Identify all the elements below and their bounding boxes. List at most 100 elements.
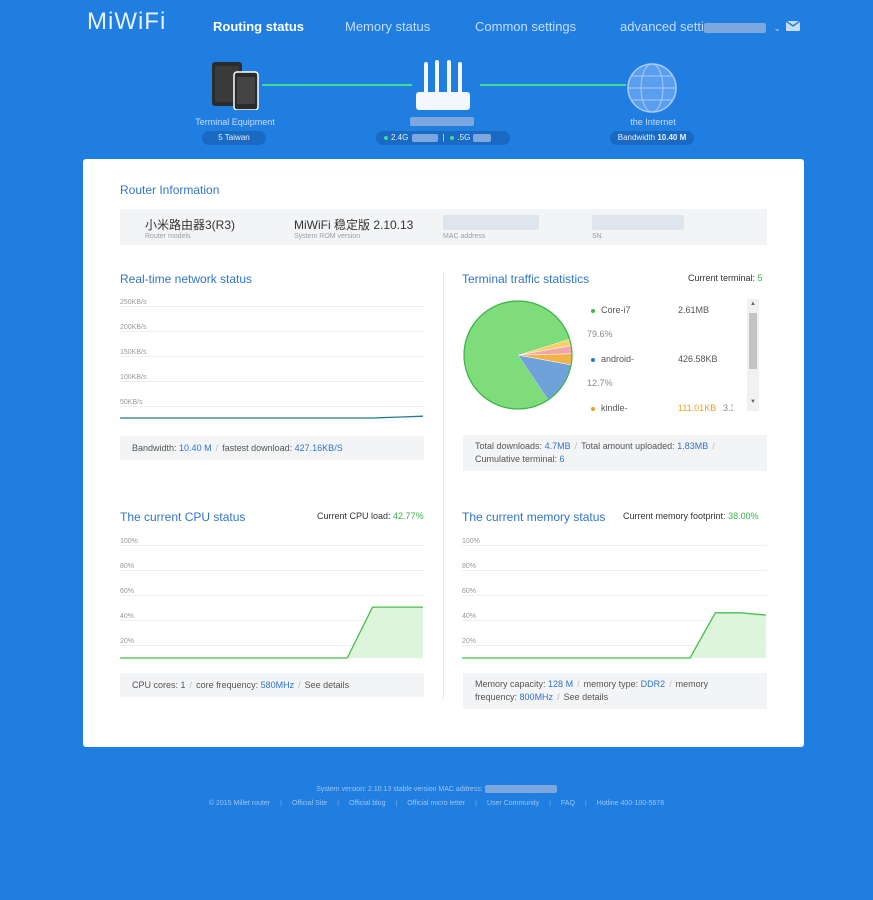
terminal-equipment-label: Terminal Equipment	[195, 117, 275, 127]
footer-link-official-site[interactable]: Official Site	[292, 800, 327, 807]
scroll-down-icon[interactable]: ▼	[750, 399, 756, 405]
internet-bandwidth-badge: Bandwidth 10.40 M	[610, 131, 694, 145]
sn-redacted	[592, 215, 684, 230]
nav-advanced-settings[interactable]: advanced setti ⌄	[620, 19, 781, 34]
nav-memory-status[interactable]: Memory status	[345, 19, 430, 34]
traffic-legend-list[interactable]: Core-i7 2.61MB 79.6% android- 426.58KB 1…	[583, 299, 733, 413]
sn-label: SN	[592, 233, 602, 240]
total-uploaded-value: 1.83MB	[677, 441, 709, 451]
network-chart: 250KB/s 200KB/s 150KB/s 100KB/s 50KB/s	[120, 297, 424, 425]
total-downloads-value: 4.7MB	[544, 441, 571, 451]
footer-link-user-community[interactable]: User Community	[487, 800, 539, 807]
cpu-cores-value: 1	[180, 680, 186, 690]
memory-status-title: The current memory status	[462, 510, 606, 524]
network-stats-bar: Bandwidth: 10.40 M / fastest download: 427…	[120, 436, 424, 460]
status-panel: Router Information 小米路由器3(R3) Router mod…	[83, 159, 804, 747]
memory-frequency-label: frequency:	[475, 692, 518, 702]
cpu-load: Current CPU load: 42.77%	[317, 511, 424, 521]
series-area	[462, 612, 766, 658]
legend-value: 426.58KB	[678, 354, 718, 364]
fastest-download-value: 427.16KB/S	[294, 443, 343, 453]
router-icon	[414, 60, 472, 112]
cpu-see-details-link[interactable]: See details	[305, 680, 350, 690]
memory-footprint-value: 38.00%	[728, 511, 759, 521]
scrollbar-thumb[interactable]	[749, 313, 757, 369]
router-model-label: Router models	[145, 233, 191, 240]
router-model-value: 小米路由器3(R3)	[145, 218, 236, 232]
core-frequency-value: 580MHz	[260, 680, 295, 690]
legend-percent: 12.7%	[587, 378, 613, 388]
total-uploaded-label: Total amount uploaded:	[581, 441, 675, 451]
mac-address-label: MAC address	[443, 233, 486, 240]
redacted-text	[473, 133, 492, 142]
current-terminal-label: Current terminal:	[688, 273, 756, 283]
network-status-title: Real-time network status	[120, 272, 253, 286]
legend-name: kindle-	[601, 403, 628, 413]
nav-routing-status[interactable]: Routing status	[213, 19, 304, 34]
terminal-count-badge[interactable]: 5 Taiwan	[202, 131, 266, 145]
miwifi-logo: MiWiFi	[87, 8, 167, 35]
bandwidth-value: 10.40 M	[179, 443, 212, 453]
system-version-line: System version: 2.10.13 stable version M…	[0, 785, 873, 793]
legend-dot	[591, 308, 595, 313]
rom-version-value: MiWiFi 稳定版 2.10.13	[294, 218, 414, 232]
cpu-load-label: Current CPU load:	[317, 511, 391, 521]
legend-scrollbar[interactable]: ▲ ▼	[747, 299, 759, 411]
footer-link-official-blog[interactable]: Official blog	[349, 800, 385, 807]
scroll-up-icon[interactable]: ▲	[750, 301, 756, 307]
router-info-title: Router Information	[120, 183, 220, 197]
memory-see-details-link[interactable]: See details	[564, 692, 609, 702]
memory-footprint-label: Current memory footprint:	[623, 511, 726, 521]
traffic-title: Terminal traffic statistics	[462, 272, 590, 286]
column-divider	[443, 271, 444, 699]
bandwidth-value: 10.40 M	[657, 133, 687, 142]
system-version-text: System version: 2.10.13 stable version M…	[316, 785, 483, 793]
redacted-text	[484, 785, 557, 793]
cpu-chart: 100% 80% 60% 40% 20%	[120, 535, 424, 663]
footer-link-micro-letter[interactable]: Official micro letter	[407, 800, 465, 807]
cpu-stats-bar: CPU cores: 1/core frequency: 580MHz / See …	[120, 673, 424, 697]
series-line	[120, 415, 424, 419]
bandwidth-label: Bandwidth:	[132, 443, 177, 453]
total-downloads-label: Total downloads:	[475, 441, 543, 451]
status-dot	[384, 135, 388, 140]
memory-plot	[462, 612, 767, 659]
mail-icon[interactable]	[786, 21, 800, 31]
memory-frequency-label: memory	[675, 679, 709, 689]
legend-item: android-	[591, 354, 634, 364]
legend-item: kindle-	[591, 403, 628, 413]
redacted-text	[412, 133, 439, 142]
legend-item: Core-i7	[591, 305, 631, 315]
memory-frequency-value: 800MHz	[519, 692, 554, 702]
cumulative-terminal-label: Cumulative terminal:	[475, 454, 558, 464]
legend-percent: 3.3%	[723, 403, 733, 413]
traffic-pie-chart	[463, 300, 573, 410]
status-dot	[450, 135, 455, 140]
memory-footprint: Current memory footprint: 38.00%	[623, 511, 759, 521]
cumulative-terminal-value: 6	[559, 454, 565, 464]
connection-line	[262, 84, 412, 86]
router-name-redacted	[410, 117, 474, 126]
nav-common-settings[interactable]: Common settings	[475, 19, 576, 34]
redacted-text	[703, 22, 766, 33]
network-plot	[120, 415, 424, 419]
cpu-status-title: The current CPU status	[120, 510, 246, 524]
footer-link-faq[interactable]: FAQ	[561, 800, 575, 807]
cpu-load-value: 42.77%	[393, 511, 424, 521]
legend-name: android-	[601, 354, 635, 364]
fastest-download-label: fastest download:	[222, 443, 293, 453]
chevron-down-icon: ⌄	[773, 23, 782, 33]
memory-type-value: DDR2	[640, 679, 666, 689]
footer-hotline: Hotline 400-100-5678	[596, 800, 665, 807]
memory-capacity-label: Memory capacity:	[475, 679, 546, 689]
footer-links: © 2015 Millet router | Official Site | Offic…	[208, 800, 665, 807]
memory-type-label: memory type:	[583, 679, 639, 689]
nav-advanced-label: advanced setti	[620, 19, 704, 34]
legend-value: 2.61MB	[678, 305, 710, 315]
wifi-bands-badge[interactable]: 2.4G | .5G	[376, 131, 510, 145]
globe-icon	[626, 62, 678, 114]
cpu-plot	[120, 606, 423, 659]
router-info-box: 小米路由器3(R3) Router models MiWiFi 稳定版 2.10…	[120, 209, 767, 245]
band-5g: .5G	[457, 133, 471, 142]
legend-percent: 79.6%	[587, 329, 613, 339]
